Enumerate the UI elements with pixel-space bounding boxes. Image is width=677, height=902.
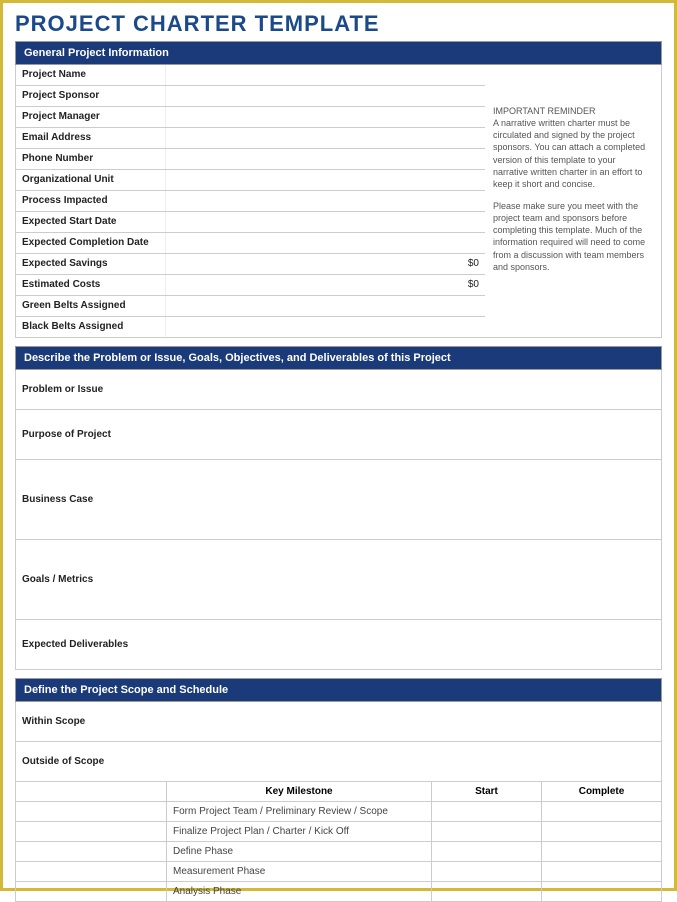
info-label: Expected Start Date [15,212,165,232]
milestone-blank [16,842,166,861]
milestone-name: Measurement Phase [166,862,431,881]
milestone-start[interactable] [431,862,541,881]
milestone-blank [16,862,166,881]
milestone-complete[interactable] [541,802,661,821]
page-container: PROJECT CHARTER TEMPLATE General Project… [0,0,677,891]
info-row: Expected Savings$0 [15,254,485,275]
scope-label: Within Scope [16,712,166,731]
milestone-row: Define Phase [15,842,662,862]
general-info-table: Project NameProject SponsorProject Manag… [15,65,662,338]
info-value[interactable] [165,128,485,148]
info-row: Expected Start Date [15,212,485,233]
scope-label: Outside of Scope [16,752,166,771]
milestone-start[interactable] [431,842,541,861]
describe-row: Business Case [15,460,662,540]
reminder-p2: Please make sure you meet with the proje… [493,200,653,273]
milestone-header-blank [16,782,166,801]
section-header-general: General Project Information [15,41,662,65]
info-value[interactable] [165,107,485,127]
info-value[interactable]: $0 [165,254,485,274]
info-row: Project Sponsor [15,86,485,107]
describe-label: Purpose of Project [16,425,166,444]
milestone-name: Analysis Phase [166,882,431,901]
info-label: Estimated Costs [15,275,165,295]
milestone-complete[interactable] [541,842,661,861]
info-label: Expected Savings [15,254,165,274]
milestone-complete[interactable] [541,882,661,901]
describe-label: Expected Deliverables [16,635,166,654]
info-value[interactable] [165,65,485,85]
describe-row: Problem or Issue [15,370,662,410]
milestone-row: Measurement Phase [15,862,662,882]
describe-body: Problem or Issue Purpose of Project Busine… [15,370,662,670]
milestone-complete[interactable] [541,862,661,881]
info-value[interactable] [165,296,485,316]
scope-row: Within Scope [15,702,662,742]
milestone-blank [16,822,166,841]
section-header-describe: Describe the Problem or Issue, Goals, Ob… [15,346,662,370]
describe-row: Goals / Metrics [15,540,662,620]
info-value[interactable] [165,233,485,253]
milestone-complete[interactable] [541,822,661,841]
info-label: Organizational Unit [15,170,165,190]
info-label: Phone Number [15,149,165,169]
info-row: Black Belts Assigned [15,317,485,338]
reminder-p1: A narrative written charter must be circ… [493,117,653,190]
info-value[interactable] [165,317,485,337]
milestone-header-row: Key Milestone Start Complete [15,782,662,802]
describe-label: Goals / Metrics [16,570,166,589]
info-row: Organizational Unit [15,170,485,191]
describe-label: Business Case [16,490,166,509]
info-label: Project Manager [15,107,165,127]
info-value[interactable] [165,191,485,211]
milestone-row: Finalize Project Plan / Charter / Kick O… [15,822,662,842]
reminder-panel: IMPORTANT REMINDER A narrative written c… [485,65,662,338]
milestone-row: Analysis Phase [15,882,662,902]
describe-row: Expected Deliverables [15,620,662,670]
info-row: Expected Completion Date [15,233,485,254]
info-label: Email Address [15,128,165,148]
general-info-left: Project NameProject SponsorProject Manag… [15,65,485,338]
milestone-name: Define Phase [166,842,431,861]
milestone-blank [16,802,166,821]
describe-row: Purpose of Project [15,410,662,460]
info-row: Estimated Costs$0 [15,275,485,296]
milestone-name: Finalize Project Plan / Charter / Kick O… [166,822,431,841]
info-label: Project Sponsor [15,86,165,106]
milestone-name: Form Project Team / Preliminary Review /… [166,802,431,821]
info-row: Phone Number [15,149,485,170]
page-title: PROJECT CHARTER TEMPLATE [15,11,662,37]
info-row: Green Belts Assigned [15,296,485,317]
info-label: Green Belts Assigned [15,296,165,316]
info-value[interactable] [165,86,485,106]
info-value[interactable] [165,170,485,190]
info-row: Project Manager [15,107,485,128]
info-row: Email Address [15,128,485,149]
info-value[interactable] [165,212,485,232]
info-row: Process Impacted [15,191,485,212]
milestone-row: Form Project Team / Preliminary Review /… [15,802,662,822]
milestone-header-complete: Complete [541,782,661,801]
info-value[interactable] [165,149,485,169]
describe-label: Problem or Issue [16,380,166,399]
milestone-start[interactable] [431,822,541,841]
milestone-body: Form Project Team / Preliminary Review /… [15,802,662,902]
info-label: Project Name [15,65,165,85]
scope-row: Outside of Scope [15,742,662,782]
milestone-blank [16,882,166,901]
info-value[interactable]: $0 [165,275,485,295]
info-label: Process Impacted [15,191,165,211]
info-row: Project Name [15,65,485,86]
milestone-header-key: Key Milestone [166,782,431,801]
scope-body: Within Scope Outside of Scope [15,702,662,782]
info-label: Black Belts Assigned [15,317,165,337]
milestone-start[interactable] [431,802,541,821]
reminder-heading: IMPORTANT REMINDER [493,105,653,117]
section-header-scope: Define the Project Scope and Schedule [15,678,662,702]
info-label: Expected Completion Date [15,233,165,253]
milestone-start[interactable] [431,882,541,901]
milestone-header-start: Start [431,782,541,801]
